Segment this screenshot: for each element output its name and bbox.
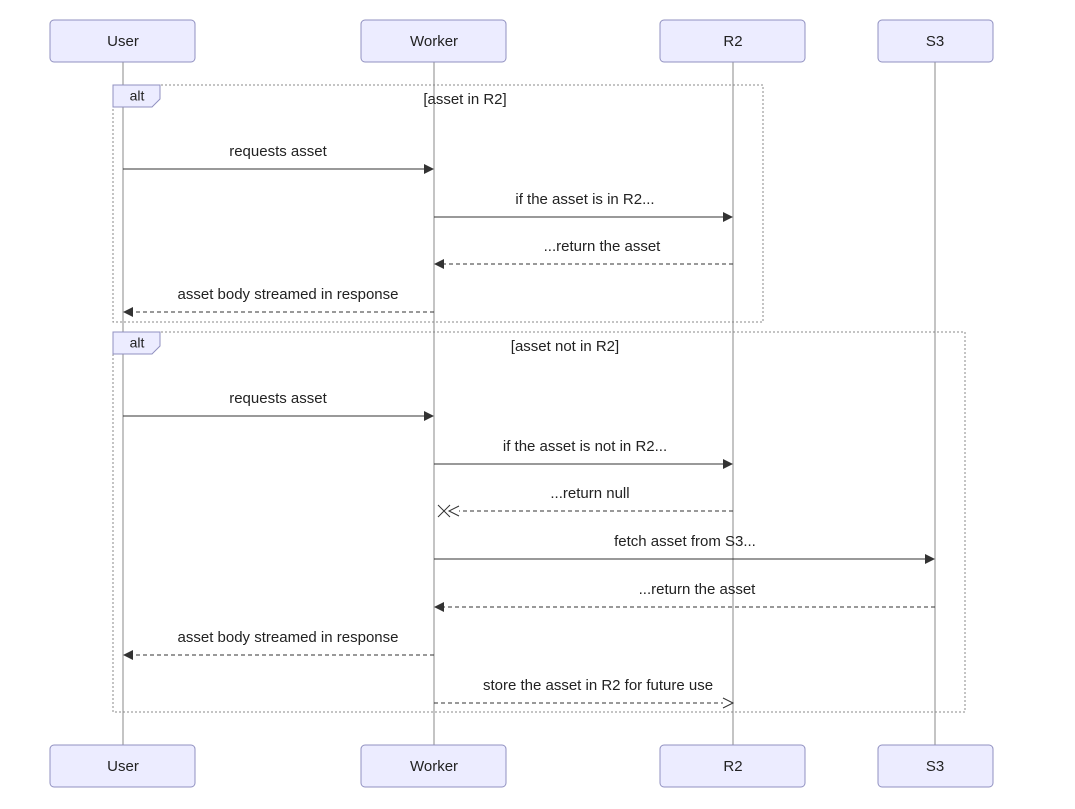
alt1-m4-arrow bbox=[123, 307, 133, 317]
actor-r2-top-label: R2 bbox=[723, 33, 742, 50]
alt2-m7-arrow bbox=[723, 698, 733, 708]
alt-cond-1: [asset in R2] bbox=[423, 91, 506, 108]
alt2-m4-arrow bbox=[925, 554, 935, 564]
actor-s3-top-label: S3 bbox=[926, 33, 944, 50]
alt2-m4-label: fetch asset from S3... bbox=[614, 533, 756, 550]
alt-cond-2: [asset not in R2] bbox=[511, 338, 619, 355]
actor-s3-bottom-label: S3 bbox=[926, 758, 944, 775]
alt2-m1-label: requests asset bbox=[229, 390, 327, 407]
alt-label-2: alt bbox=[130, 335, 145, 351]
actor-user-bottom-label: User bbox=[107, 758, 139, 775]
alt1-m1-arrow bbox=[424, 164, 434, 174]
alt1-m1-label: requests asset bbox=[229, 143, 327, 160]
alt2-m6-label: asset body streamed in response bbox=[178, 629, 399, 646]
actor-user-top-label: User bbox=[107, 33, 139, 50]
alt2-m2-arrow bbox=[723, 459, 733, 469]
alt1-m2-label: if the asset is in R2... bbox=[515, 191, 654, 208]
actor-worker-top-label: Worker bbox=[410, 33, 458, 50]
alt2-m5-label: ...return the asset bbox=[639, 581, 757, 598]
actor-r2-bottom-label: R2 bbox=[723, 758, 742, 775]
alt1-m3-label: ...return the asset bbox=[544, 238, 662, 255]
actor-worker-bottom-label: Worker bbox=[410, 758, 458, 775]
alt1-m4-label: asset body streamed in response bbox=[178, 286, 399, 303]
sequence-diagram: User Worker R2 S3 alt [asset in R2] requ… bbox=[0, 0, 1075, 809]
alt2-m2-label: if the asset is not in R2... bbox=[503, 438, 667, 455]
alt2-m5-arrow bbox=[434, 602, 444, 612]
alt2-m3-arrow bbox=[449, 506, 459, 516]
alt2-m7-label: store the asset in R2 for future use bbox=[483, 677, 713, 694]
alt-box-2 bbox=[113, 332, 965, 712]
alt1-m3-arrow bbox=[434, 259, 444, 269]
alt2-m3-label: ...return null bbox=[550, 485, 629, 502]
alt-label-1: alt bbox=[130, 88, 145, 104]
alt2-m1-arrow bbox=[424, 411, 434, 421]
alt1-m2-arrow bbox=[723, 212, 733, 222]
alt2-m6-arrow bbox=[123, 650, 133, 660]
